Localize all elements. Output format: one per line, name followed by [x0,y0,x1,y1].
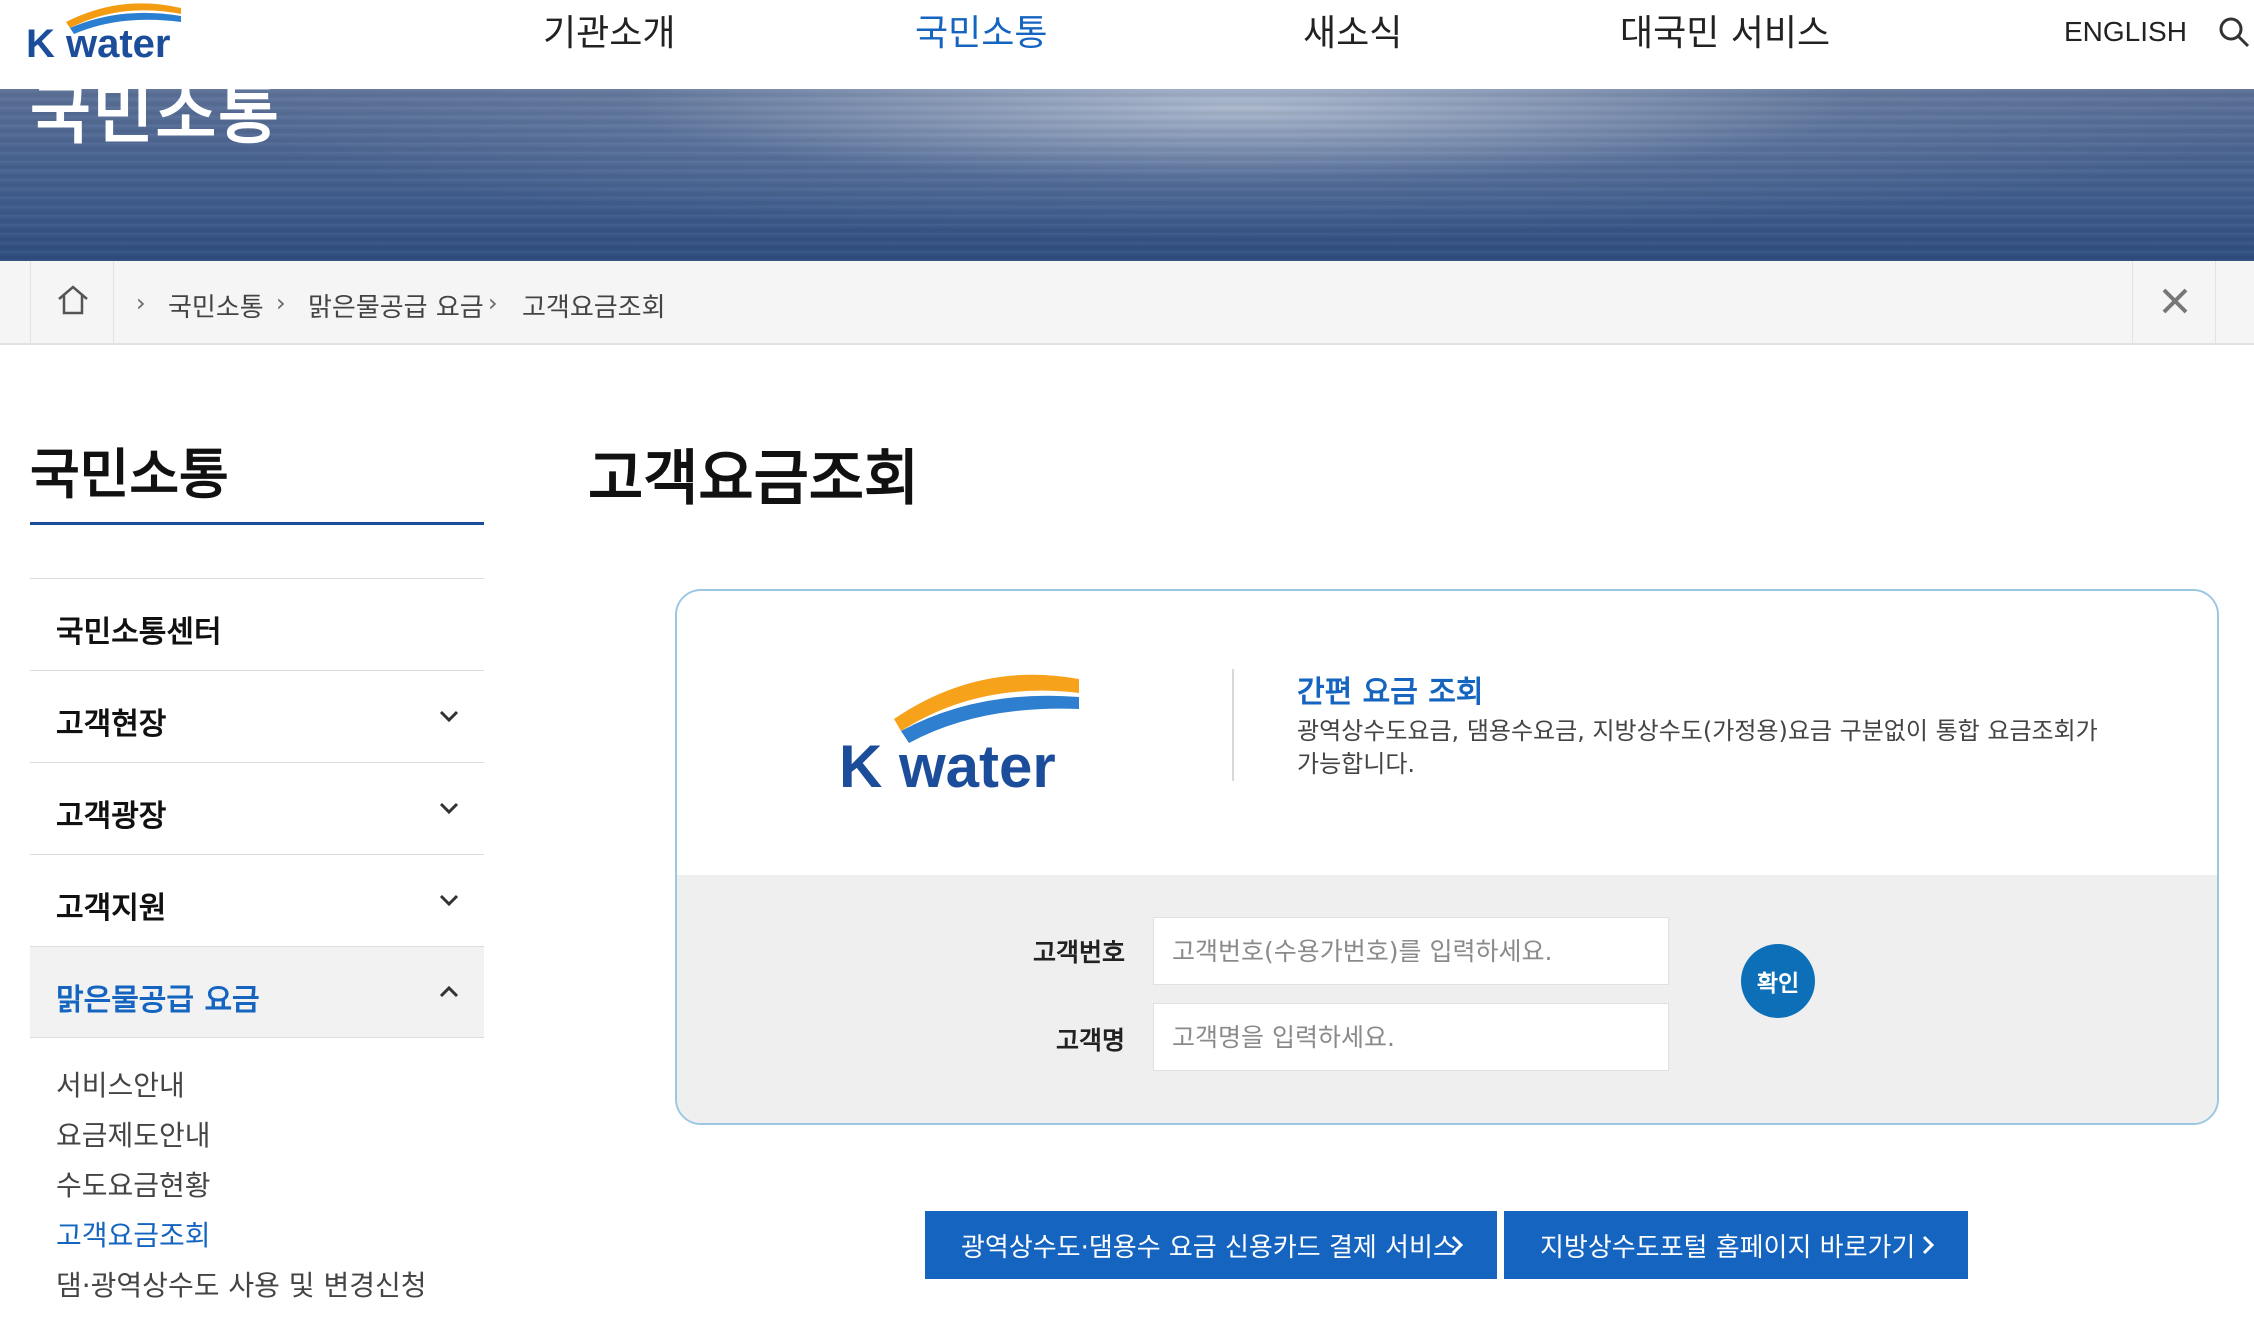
confirm-button[interactable]: 확인 [1741,944,1815,1018]
close-icon [2162,288,2188,314]
lookup-subtitle: 간편 요금 조회 [1297,675,1484,710]
site-header: K water 기관소개 국민소통 새소식 대국민 서비스 ENGLISH [0,0,2254,89]
breadcrumb-item[interactable]: 국민소통 [168,287,264,324]
english-link[interactable]: ENGLISH [2064,16,2187,48]
breadcrumb-close[interactable] [2132,261,2216,343]
chevron-up-icon [439,985,459,998]
chevron-right-icon [1451,1235,1464,1255]
sidebar-subitem[interactable]: 요금제도안내 [56,1114,211,1154]
breadcrumb-home[interactable] [30,261,114,343]
sidebar-item-label: 맑은물공급 요금 [56,983,260,1018]
sidebar-title: 국민소통 [30,443,229,506]
sidebar-divider [30,522,484,525]
sidebar-item-label: 고객현장 [56,707,167,742]
sidebar-item-label: 고객지원 [56,891,167,926]
logo-text: K water [839,733,1056,793]
fee-lookup-intro: K water 간편 요금 조회 광역상수도요금, 댐용수요금, 지방상수도(가… [677,591,2217,875]
chevron-right-icon: › [276,289,286,317]
sidebar-item-label: 국민소통센터 [56,615,222,650]
sidebar-item-water-fee[interactable]: 맑은물공급 요금 [30,946,484,1038]
sidebar-subitem[interactable]: 수도요금현황 [56,1164,211,1204]
link-label: 지방상수도포털 홈페이지 바로가기 [1540,1232,1916,1263]
sidebar-item-plaza[interactable]: 고객광장 [30,762,484,854]
customer-no-input[interactable] [1153,917,1669,985]
home-icon [58,285,88,315]
logo-text: K water [26,22,171,66]
banner-title: 국민소통 [30,89,281,153]
chevron-right-icon [1922,1235,1935,1255]
chevron-down-icon [439,894,459,907]
search-icon[interactable] [2216,14,2254,54]
customer-no-label: 고객번호 [1033,938,1126,967]
sidebar-subitem-active[interactable]: 고객요금조회 [56,1214,211,1254]
gnb-communication[interactable]: 국민소통 [915,4,1047,56]
gnb-about[interactable]: 기관소개 [543,4,675,56]
divider [1232,669,1234,781]
breadcrumb-item[interactable]: 맑은물공급 요금 [308,287,484,324]
card-payment-link-button[interactable]: 광역상수도·댐용수 요금 신용카드 결제 서비스 [925,1211,1497,1279]
kwater-logo-large: K water [839,674,1079,793]
chevron-right-icon: › [488,289,498,317]
sidebar-subitem[interactable]: 서비스안내 [56,1064,185,1104]
gnb-news[interactable]: 새소식 [1303,4,1402,56]
sidebar-item-field[interactable]: 고객현장 [30,670,484,762]
page-title: 고객요금조회 [588,444,920,514]
chevron-down-icon [439,802,459,815]
local-portal-link-button[interactable]: 지방상수도포털 홈페이지 바로가기 [1504,1211,1968,1279]
breadcrumb-item[interactable]: 고객요금조회 [522,287,666,324]
hero-banner: 국민소통 [0,89,2254,261]
chevron-down-icon [439,710,459,723]
breadcrumb: › 국민소통 › 맑은물공급 요금 › 고객요금조회 [0,261,2254,345]
customer-name-input[interactable] [1153,1003,1669,1071]
link-label: 광역상수도·댐용수 요금 신용카드 결제 서비스 [961,1232,1457,1263]
lookup-description: 광역상수도요금, 댐용수요금, 지방상수도(가정용)요금 구분없이 통합 요금조… [1297,717,2098,778]
sidebar-subitem[interactable]: 댐·광역상수도 사용 및 변경신청 [56,1264,426,1304]
sidebar-item-center[interactable]: 국민소통센터 [30,578,484,670]
sidebar-item-label: 고객광장 [56,799,167,834]
sidebar-item-support[interactable]: 고객지원 [30,854,484,946]
lookup-form [677,875,2217,1123]
gnb-public-service[interactable]: 대국민 서비스 [1620,4,1830,56]
customer-name-label: 고객명 [1056,1026,1126,1055]
chevron-right-icon: › [136,289,146,317]
